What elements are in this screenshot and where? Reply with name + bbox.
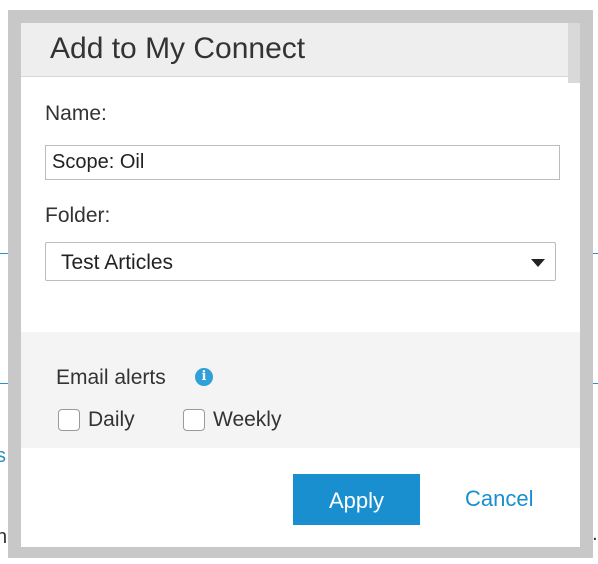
weekly-checkbox-option[interactable]: Weekly [183,407,281,433]
add-to-my-connect-dialog: Add to My Connect Name: Folder: Test Art… [21,23,580,547]
weekly-label: Weekly [213,408,282,431]
name-label: Name: [45,102,107,125]
cancel-link[interactable]: Cancel [465,486,533,512]
daily-checkbox-option[interactable]: Daily [58,407,135,433]
apply-button[interactable]: Apply [293,474,420,525]
chevron-down-icon [531,259,545,267]
weekly-checkbox[interactable] [183,409,205,431]
scrollbar[interactable] [568,23,580,83]
folder-label: Folder: [45,204,111,227]
name-input[interactable] [45,145,560,180]
dialog-header: Add to My Connect [21,23,580,77]
info-icon[interactable]: i [195,368,213,386]
daily-checkbox[interactable] [58,409,80,431]
daily-label: Daily [88,408,135,431]
folder-select-value: Test Articles [61,251,174,274]
email-alerts-title: Email alerts [56,366,166,389]
folder-select[interactable]: Test Articles [45,242,556,281]
email-alerts-panel: Email alerts i Daily Weekly [21,332,580,448]
dialog-title: Add to My Connect [50,32,306,65]
